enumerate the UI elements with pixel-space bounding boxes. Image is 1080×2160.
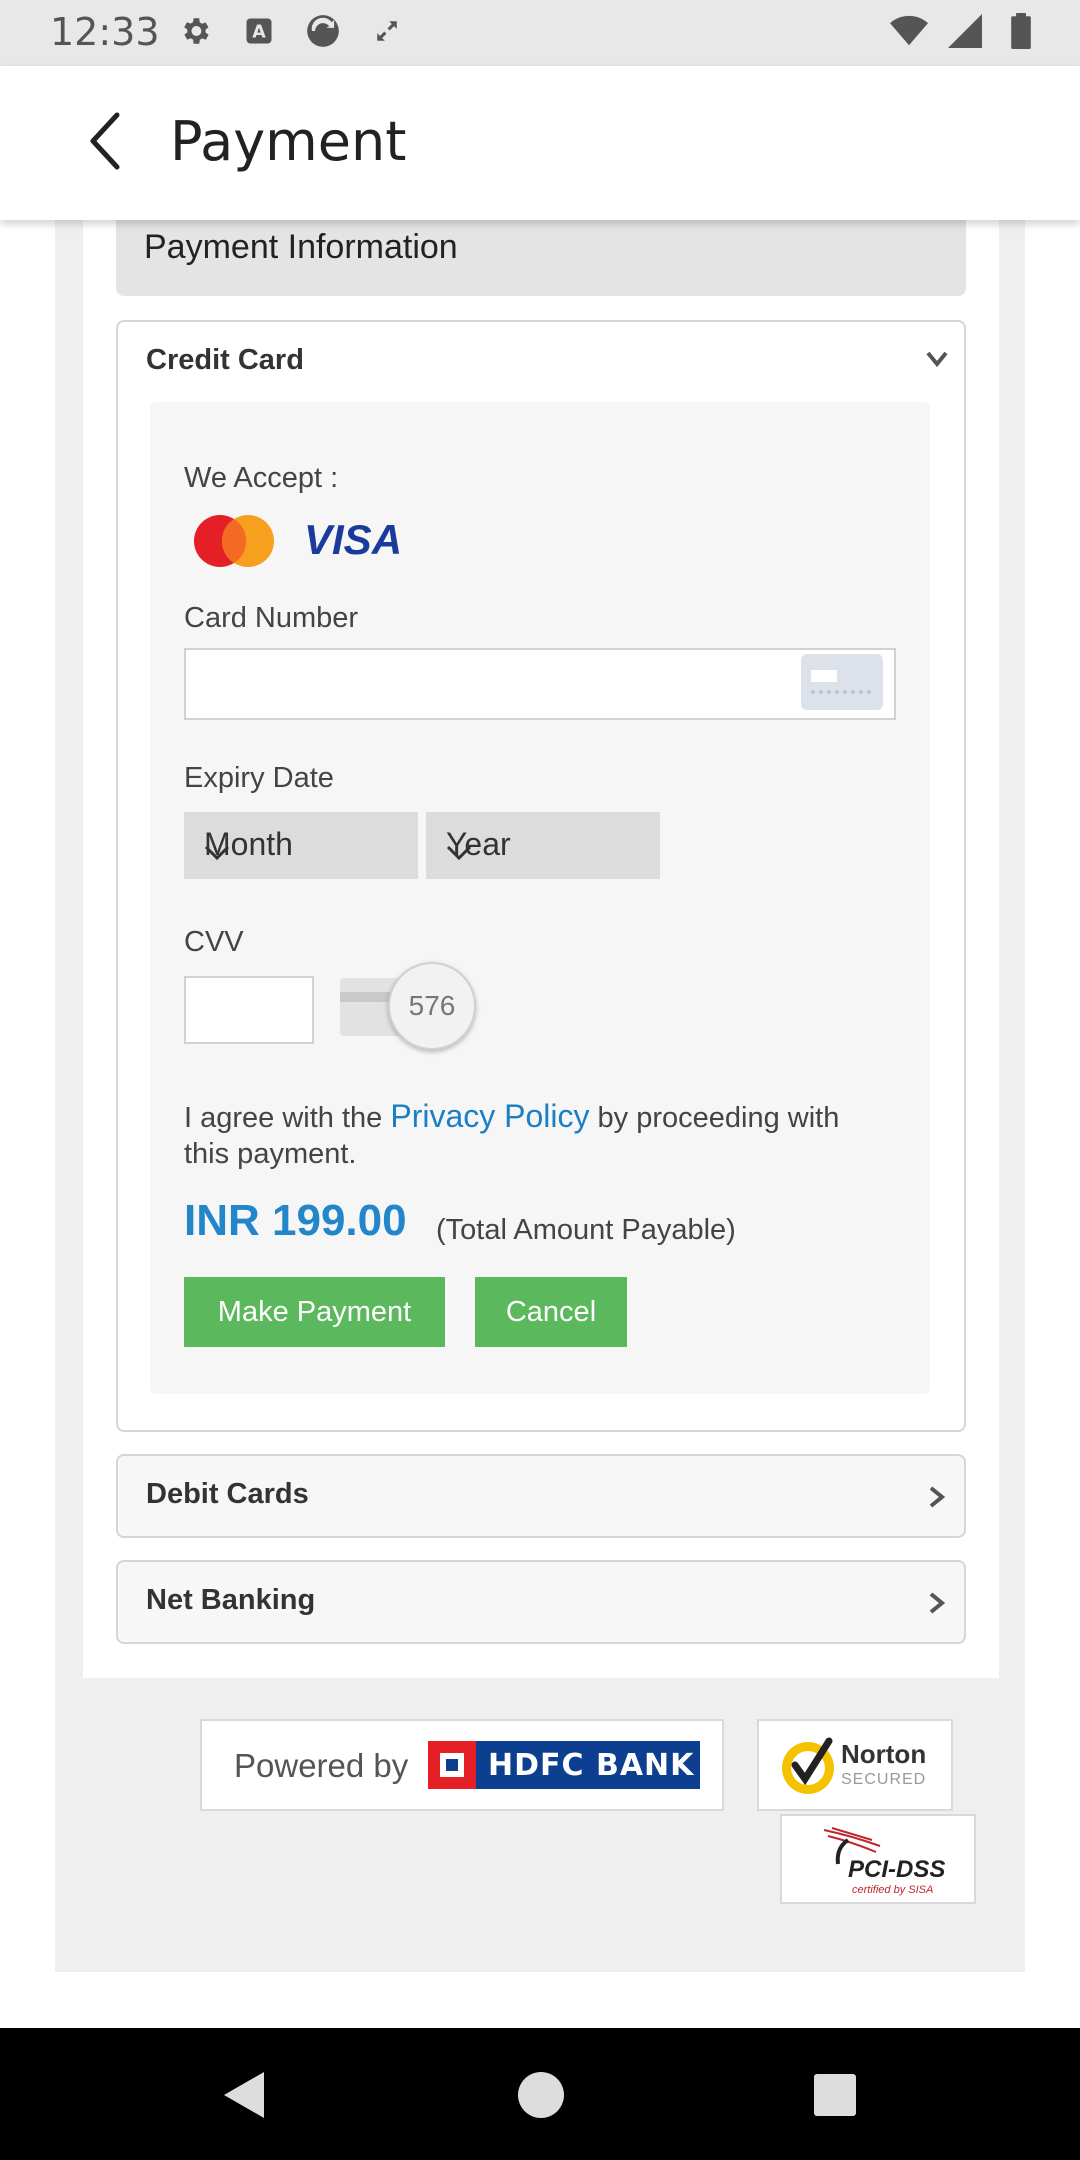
month-select[interactable]: Month (184, 812, 418, 879)
wifi-icon (890, 12, 928, 50)
credit-card-icon (801, 654, 883, 710)
svg-text:VISA: VISA (304, 516, 402, 563)
card-number-input[interactable] (184, 648, 896, 720)
chevron-down-icon (924, 346, 950, 372)
signal-icon (946, 12, 984, 50)
chevron-down-icon (204, 834, 230, 861)
agree-prefix: I agree with the (184, 1102, 391, 1134)
section-title: Payment Information (144, 228, 458, 266)
mastercard-logo (190, 512, 278, 570)
card-number-label: Card Number (184, 602, 359, 634)
hdfc-bank-text: HDFC BANK (488, 1748, 695, 1783)
pci-dss-text: PCI-DSS (848, 1856, 946, 1883)
norton-text: Norton (841, 1739, 927, 1769)
make-payment-button[interactable]: Make Payment (184, 1277, 445, 1347)
cancel-button[interactable]: Cancel (475, 1277, 627, 1347)
nav-home-icon[interactable] (518, 2072, 564, 2118)
norton-sub-text: SECURED (841, 1771, 927, 1788)
back-button[interactable] (70, 108, 140, 178)
amount-note: (Total Amount Payable) (436, 1214, 736, 1246)
page-title: Payment (170, 110, 407, 173)
pci-dss-badge: PCI-DSS certified by SISA (780, 1814, 976, 1904)
chevron-down-icon (446, 834, 472, 861)
back-arrow-icon (85, 111, 125, 176)
visa-logo: VISA (300, 514, 410, 564)
year-select[interactable]: Year (426, 812, 660, 879)
privacy-policy-link[interactable]: Privacy Policy (390, 1098, 589, 1134)
we-accept-label: We Accept : (184, 462, 339, 494)
net-banking-accordion[interactable]: Net Banking (116, 1560, 966, 1644)
status-time: 12:33 (50, 10, 160, 54)
debit-cards-accordion[interactable]: Debit Cards (116, 1454, 966, 1538)
hdfc-logo: HDFC BANK (428, 1741, 700, 1789)
expiry-date-label: Expiry Date (184, 762, 334, 794)
svg-text:A: A (252, 22, 266, 42)
total-amount: INR 199.00 (184, 1196, 407, 1245)
chevron-right-icon (924, 1484, 950, 1510)
gear-icon (176, 12, 214, 50)
nav-back-icon[interactable] (220, 2070, 268, 2120)
expand-icon (368, 12, 406, 50)
system-navigation-bar (0, 2028, 1080, 2160)
payment-information-header: Payment Information (116, 220, 966, 296)
agreement-text: I agree with the Privacy Policy by proce… (184, 1098, 864, 1172)
net-banking-title: Net Banking (146, 1584, 316, 1616)
debit-cards-title: Debit Cards (146, 1478, 309, 1510)
nav-recents-icon[interactable] (814, 2074, 856, 2116)
cvv-label: CVV (184, 926, 244, 958)
pci-dss-sub-text: certified by SISA (852, 1884, 934, 1896)
norton-check-icon (777, 1735, 839, 1797)
cvv-hint-card-icon: 576 (340, 958, 476, 1050)
cvv-hint-number: 576 (408, 990, 456, 1021)
chevron-right-icon (924, 1590, 950, 1616)
status-bar: 12:33 A (0, 0, 1080, 66)
sync-icon (304, 12, 342, 50)
app-bar: Payment (0, 66, 1080, 220)
credit-card-title: Credit Card (146, 344, 304, 376)
norton-secured-badge: Norton SECURED (757, 1719, 953, 1811)
powered-by-hdfc-badge: Powered by HDFC BANK (200, 1719, 724, 1811)
battery-icon (1002, 12, 1040, 50)
credit-card-accordion-header[interactable]: Credit Card (118, 322, 964, 402)
powered-by-text: Powered by (234, 1747, 409, 1784)
keyboard-a-icon: A (240, 12, 278, 50)
cvv-input[interactable] (184, 976, 314, 1044)
